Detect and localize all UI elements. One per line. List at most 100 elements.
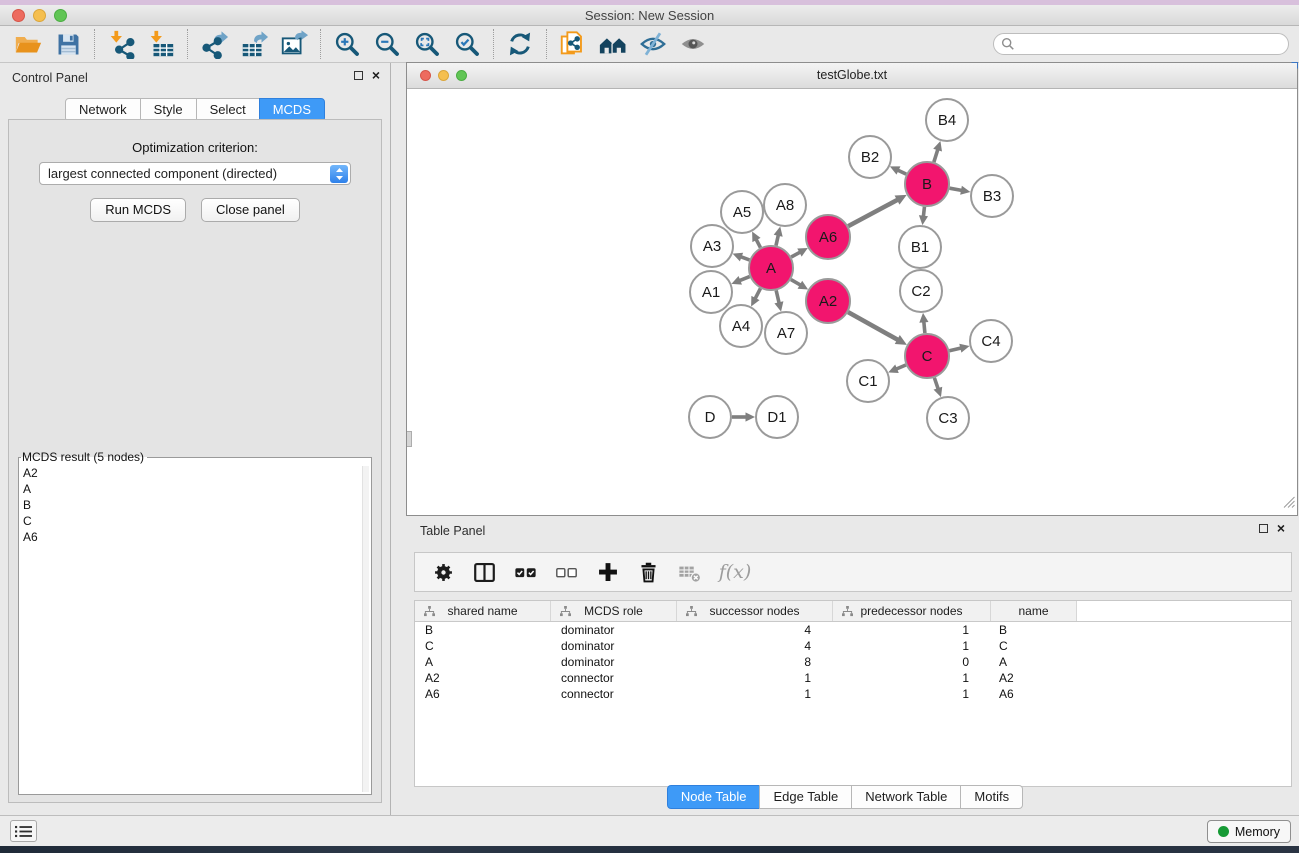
graph-node-A8[interactable]: A8 — [764, 184, 806, 226]
table-row[interactable]: A2connector11A2 — [415, 670, 1291, 686]
column-header-name[interactable]: name — [991, 601, 1077, 621]
graph-node-C4[interactable]: C4 — [970, 320, 1012, 362]
scrollbar-track[interactable] — [362, 466, 369, 792]
tab-node-table[interactable]: Node Table — [667, 785, 761, 809]
graph-node-A6[interactable]: A6 — [806, 215, 850, 259]
graph-edge-B-B4[interactable] — [934, 148, 938, 162]
delete-column-button[interactable] — [630, 555, 667, 589]
table-cell[interactable]: dominator — [551, 622, 677, 638]
mcds-result-item[interactable]: A2 — [23, 465, 371, 481]
graph-node-B2[interactable]: B2 — [849, 136, 891, 178]
graph-node-A7[interactable]: A7 — [765, 312, 807, 354]
resize-grip-icon[interactable] — [1282, 495, 1295, 513]
network-window-titlebar[interactable]: testGlobe.txt — [407, 63, 1297, 89]
graph-edge-A6-B[interactable] — [848, 199, 899, 226]
graph-node-B3[interactable]: B3 — [971, 175, 1013, 217]
table-cell[interactable]: 0 — [833, 654, 991, 670]
show-all-button[interactable] — [673, 27, 713, 61]
close-mcds-panel-button[interactable]: Close panel — [201, 198, 300, 222]
graph-node-A2[interactable]: A2 — [806, 279, 850, 323]
column-header-successor-nodes[interactable]: successor nodes — [677, 601, 833, 621]
import-table-button[interactable] — [141, 27, 181, 61]
table-settings-button[interactable] — [425, 555, 462, 589]
table-cell[interactable]: 1 — [677, 686, 833, 702]
graph-node-B[interactable]: B — [905, 162, 949, 206]
zoom-in-button[interactable] — [327, 27, 367, 61]
table-cell[interactable]: A6 — [415, 686, 551, 702]
graph-node-C2[interactable]: C2 — [900, 270, 942, 312]
graph-node-B1[interactable]: B1 — [899, 226, 941, 268]
table-cell[interactable]: dominator — [551, 654, 677, 670]
column-header-predecessor-nodes[interactable]: predecessor nodes — [833, 601, 991, 621]
tab-edge-table[interactable]: Edge Table — [759, 785, 852, 809]
graph-node-A[interactable]: A — [749, 246, 793, 290]
first-neighbors-button[interactable] — [593, 27, 633, 61]
table-cell[interactable]: 4 — [677, 622, 833, 638]
export-network-button[interactable] — [194, 27, 234, 61]
open-session-button[interactable] — [8, 27, 48, 61]
graph-node-C1[interactable]: C1 — [847, 360, 889, 402]
float-table-panel-icon[interactable] — [1259, 524, 1268, 533]
refresh-button[interactable] — [500, 27, 540, 61]
table-row[interactable]: Adominator80A — [415, 654, 1291, 670]
hide-selected-button[interactable] — [633, 27, 673, 61]
panel-grabber[interactable] — [407, 431, 412, 447]
table-cell[interactable]: 1 — [677, 670, 833, 686]
table-cell[interactable]: 1 — [833, 638, 991, 654]
mcds-result-item[interactable]: A — [23, 481, 371, 497]
import-network-button[interactable] — [101, 27, 141, 61]
table-cell[interactable]: A — [991, 654, 1077, 670]
column-header-mcds-role[interactable]: MCDS role — [551, 601, 677, 621]
graph-node-A3[interactable]: A3 — [691, 225, 733, 267]
mcds-result-item[interactable]: C — [23, 513, 371, 529]
mcds-result-item[interactable]: B — [23, 497, 371, 513]
table-cell[interactable]: 1 — [833, 686, 991, 702]
zoom-selected-button[interactable] — [447, 27, 487, 61]
select-all-button[interactable] — [507, 555, 544, 589]
graph-edge-B-B3[interactable] — [950, 188, 963, 190]
zoom-fit-button[interactable] — [407, 27, 447, 61]
network-canvas[interactable]: AA1A2A3A4A5A6A7A8BB1B2B3B4CC1C2C3C4DD1 — [407, 89, 1297, 515]
run-mcds-button[interactable]: Run MCDS — [90, 198, 186, 222]
graph-node-B4[interactable]: B4 — [926, 99, 968, 141]
zoom-out-button[interactable] — [367, 27, 407, 61]
table-cell[interactable]: C — [415, 638, 551, 654]
graph-node-C[interactable]: C — [905, 334, 949, 378]
optimization-criterion-select[interactable]: largest connected component (directed) — [39, 162, 351, 185]
create-column-button[interactable] — [589, 555, 626, 589]
table-cell[interactable]: B — [991, 622, 1077, 638]
table-cell[interactable]: B — [415, 622, 551, 638]
table-cell[interactable]: A2 — [991, 670, 1077, 686]
table-cell[interactable]: C — [991, 638, 1077, 654]
close-table-panel-icon[interactable]: × — [1277, 523, 1285, 533]
export-image-button[interactable] — [274, 27, 314, 61]
graph-node-A1[interactable]: A1 — [690, 271, 732, 313]
tab-network-table[interactable]: Network Table — [851, 785, 961, 809]
table-cell[interactable]: connector — [551, 686, 677, 702]
table-row[interactable]: A6connector11A6 — [415, 686, 1291, 702]
table-row[interactable]: Bdominator41B — [415, 622, 1291, 638]
column-header-shared-name[interactable]: shared name — [415, 601, 551, 621]
table-cell[interactable]: A2 — [415, 670, 551, 686]
table-cell[interactable]: A — [415, 654, 551, 670]
graph-node-D[interactable]: D — [689, 396, 731, 438]
task-history-button[interactable] — [10, 820, 37, 842]
memory-button[interactable]: Memory — [1207, 820, 1291, 843]
table-cell[interactable]: connector — [551, 670, 677, 686]
graph-edge-A-A7[interactable] — [776, 290, 779, 304]
save-session-button[interactable] — [48, 27, 88, 61]
export-table-button[interactable] — [234, 27, 274, 61]
table-cell[interactable]: 1 — [833, 670, 991, 686]
table-cell[interactable]: dominator — [551, 638, 677, 654]
function-builder-button[interactable]: f(x) — [712, 555, 758, 589]
table-row[interactable]: Cdominator41C — [415, 638, 1291, 654]
table-cell[interactable]: 8 — [677, 654, 833, 670]
tab-motifs[interactable]: Motifs — [960, 785, 1023, 809]
graph-edge-A2-C[interactable] — [848, 312, 899, 340]
graph-node-A4[interactable]: A4 — [720, 305, 762, 347]
table-cell[interactable]: 1 — [833, 622, 991, 638]
close-panel-icon[interactable]: × — [372, 70, 380, 80]
search-input[interactable] — [993, 33, 1289, 55]
table-cell[interactable]: 4 — [677, 638, 833, 654]
mcds-result-item[interactable]: A6 — [23, 529, 371, 545]
